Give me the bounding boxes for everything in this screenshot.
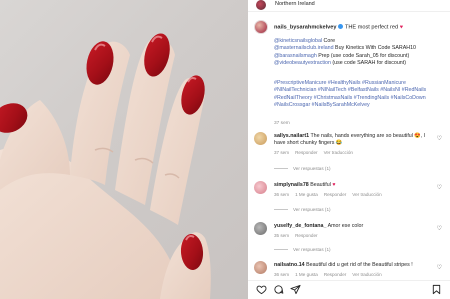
hashtags[interactable]: #PrescriptiveManicure #HealthyNails #Rus…: [274, 80, 448, 110]
mention-link[interactable]: @videobeautyextraction: [274, 60, 331, 66]
comment-icon[interactable]: [273, 284, 284, 295]
heart-icon[interactable]: [256, 284, 267, 295]
post-actions-bar: [248, 280, 450, 299]
caption-line: @videobeautyextraction (use code SARAH f…: [274, 60, 446, 67]
share-icon[interactable]: [290, 284, 301, 295]
comment-body: yuselfy_de_fontana_ Amor ese color: [274, 223, 436, 230]
comment-text: Beautiful: [310, 182, 331, 188]
comment-time: 37 sem: [274, 150, 290, 155]
author-avatar[interactable]: [256, 0, 266, 10]
comment-like-icon[interactable]: ♡: [437, 225, 442, 232]
translate-button[interactable]: Ver traducción: [352, 192, 381, 197]
comment-username[interactable]: yuselfy_de_fontana_: [274, 223, 326, 229]
comment-time: 36 sem: [274, 272, 290, 277]
comment-time: 36 sem: [274, 192, 290, 197]
comment-like-icon[interactable]: ♡: [437, 184, 442, 191]
comment-meta: 37 sem Responder Ver traducción: [274, 150, 359, 155]
translate-button[interactable]: Ver traducción: [352, 272, 381, 277]
comment-body: nailsatno.14 Beautiful did u get rid of …: [274, 262, 436, 269]
verified-icon: [337, 24, 343, 29]
comment-avatar[interactable]: [254, 222, 267, 235]
mention-link[interactable]: @masternailsclub.ireland: [274, 45, 334, 51]
mention-link[interactable]: @barasnailsmagh: [274, 53, 317, 59]
caption-line: @kineticsnailsglobal Core: [274, 38, 446, 45]
translate-button[interactable]: Ver traducción: [324, 150, 353, 155]
comment-avatar[interactable]: [254, 132, 267, 145]
comment-item: yuselfy_de_fontana_ Amor ese color 35 se…: [254, 222, 446, 260]
comments-scroll[interactable]: nails_bysarahmckelvey THE most perfect r…: [248, 14, 450, 279]
view-replies-button[interactable]: Ver respuestas (1): [274, 166, 331, 171]
view-replies-button[interactable]: Ver respuestas (1): [274, 207, 331, 212]
view-replies-button[interactable]: Ver respuestas (1): [274, 247, 331, 252]
caption-line-text: Core: [322, 38, 336, 44]
bookmark-icon[interactable]: [431, 284, 442, 295]
comment-avatar[interactable]: [254, 181, 267, 194]
comment-likes[interactable]: 1 Me gusta: [295, 192, 318, 197]
mention-link[interactable]: @kineticsnailsglobal: [274, 38, 322, 44]
hand-image: [0, 33, 211, 299]
caption-header: nails_bysarahmckelvey THE most perfect r…: [274, 24, 403, 31]
comment-username[interactable]: simplynails78: [274, 182, 309, 188]
post-details-pane: Northern Ireland nails_bysarahmckelvey T…: [248, 0, 450, 299]
comment-likes[interactable]: 1 Me gusta: [295, 272, 318, 277]
heart-emoji-icon: ♥: [399, 24, 404, 31]
heart-emoji-icon: ♥: [332, 182, 336, 188]
comment-text: Amor ese color: [327, 223, 364, 229]
reply-button[interactable]: Responder: [324, 192, 346, 197]
caption-line-text: (use code SARAH for discount): [330, 60, 406, 67]
comment-text: Beautiful did u get rid of the Beautiful…: [306, 262, 413, 268]
caption-avatar[interactable]: [254, 20, 268, 34]
reply-button[interactable]: Responder: [295, 150, 317, 155]
comment-meta: 35 sem Responder: [274, 233, 324, 238]
comment-meta: 36 sem 1 Me gusta Responder Ver traducción: [274, 192, 388, 197]
comment-username[interactable]: sallys.nailart1: [274, 133, 309, 139]
comment-item: nailsatno.14 Beautiful did u get rid of …: [254, 261, 446, 279]
location-label[interactable]: Northern Ireland: [275, 1, 315, 7]
comment-avatar[interactable]: [254, 261, 267, 274]
reply-button[interactable]: Responder: [295, 233, 317, 238]
post-time: 37 sem: [274, 121, 290, 126]
post-header: Northern Ireland: [248, 0, 450, 12]
caption-line-text: Buy Kinetics With Code SARAH10: [333, 45, 416, 52]
caption-lines: @kineticsnailsglobal Core @masternailscl…: [274, 38, 446, 68]
comment-item: simplynails78 Beautiful ♥ 36 sem 1 Me gus…: [254, 181, 446, 221]
caption-line-text: Prep (use code Sarah_05 for discount): [316, 52, 410, 59]
post-photo[interactable]: [0, 0, 248, 299]
caption-line: @barasnailsmagh Prep (use code Sarah_05 …: [274, 53, 446, 60]
caption-text: THE most perfect red: [344, 24, 399, 31]
comment-item: sallys.nailart1 The nails, hands everyth…: [254, 132, 446, 176]
comment-username[interactable]: nailsatno.14: [274, 262, 305, 268]
comment-meta: 36 sem 1 Me gusta Responder Ver traducción: [274, 272, 388, 277]
comment-like-icon[interactable]: ♡: [437, 264, 442, 271]
comment-body: simplynails78 Beautiful ♥: [274, 182, 436, 189]
caption-username[interactable]: nails_bysarahmckelvey: [274, 25, 337, 31]
comment-time: 35 sem: [274, 233, 290, 238]
post-caption: nails_bysarahmckelvey THE most perfect r…: [254, 20, 444, 130]
comment-body: sallys.nailart1 The nails, hands everyth…: [274, 133, 436, 148]
reply-button[interactable]: Responder: [324, 272, 346, 277]
caption-line: @masternailsclub.ireland Buy Kinetics Wi…: [274, 45, 446, 52]
comment-like-icon[interactable]: ♡: [437, 135, 442, 142]
